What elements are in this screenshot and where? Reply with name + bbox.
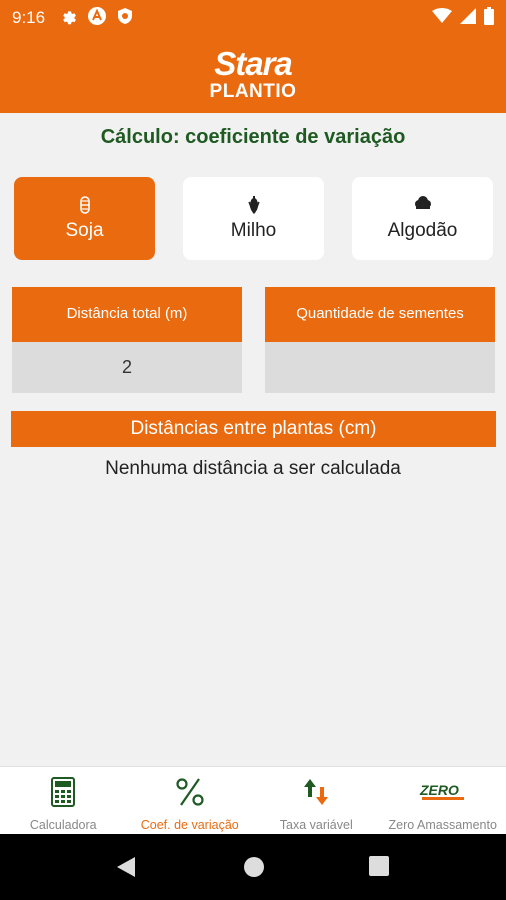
nav-item-zero-amassamento[interactable]: ZERO Zero Amassamento <box>380 767 506 834</box>
status-time: 9:16 <box>12 8 46 27</box>
seed-quantity-input[interactable] <box>265 342 495 393</box>
shield-icon <box>117 7 133 30</box>
nav-label: Calculadora <box>29 818 97 832</box>
crop-label: Soja <box>65 220 104 241</box>
app-logo-icon <box>87 6 107 31</box>
bottom-navigation: Calculadora Coef. de variação Taxa variá… <box>0 766 506 834</box>
nav-label: Zero Amassamento <box>388 818 497 832</box>
status-icons-right <box>432 6 494 30</box>
signal-icon <box>460 7 476 29</box>
svg-text:ZERO: ZERO <box>419 782 459 798</box>
total-distance-input[interactable] <box>12 342 242 393</box>
back-icon[interactable] <box>115 856 137 883</box>
system-navigation-bar <box>0 834 506 900</box>
nav-label: Coef. de variação <box>140 818 239 832</box>
status-icons-left <box>59 6 133 31</box>
seed-quantity-field: Quantidade de sementes <box>265 287 495 393</box>
page-title: Cálculo: coeficiente de variação <box>100 126 406 148</box>
crop-label: Algodão <box>387 220 458 241</box>
nav-label: Taxa variável <box>279 818 353 832</box>
seed-quantity-label: Quantidade de sementes <box>265 287 495 342</box>
empty-message: Nenhuma distância a ser calculada <box>105 458 401 479</box>
app-header: Stara PLANTIO <box>0 36 506 113</box>
status-bar: 9:16 <box>0 0 506 36</box>
total-distance-label: Distância total (m) <box>12 287 242 342</box>
gear-icon <box>59 7 77 30</box>
crop-button-algodao[interactable]: Algodão <box>352 177 493 260</box>
total-distance-field: Distância total (m) <box>12 287 242 393</box>
brand-logo: Stara <box>214 45 293 82</box>
home-icon[interactable] <box>243 856 265 883</box>
percent-icon <box>127 775 254 809</box>
corn-icon <box>183 196 324 214</box>
soy-icon <box>14 196 155 214</box>
crop-label: Milho <box>230 220 277 241</box>
crop-button-soja[interactable]: Soja <box>14 177 155 260</box>
zero-logo-icon: ZERO <box>380 775 506 809</box>
battery-icon <box>484 6 494 30</box>
nav-item-taxa-variavel[interactable]: Taxa variável <box>253 767 380 834</box>
distances-header: Distâncias entre plantas (cm) <box>11 411 496 447</box>
brand-subtitle: PLANTIO <box>209 81 297 102</box>
up-down-arrows-icon <box>253 775 380 809</box>
nav-item-coef-variacao[interactable]: Coef. de variação <box>127 767 254 834</box>
nav-item-calculadora[interactable]: Calculadora <box>0 767 127 834</box>
wifi-icon <box>432 7 452 29</box>
recents-icon[interactable] <box>369 856 389 881</box>
calculator-icon <box>0 775 127 809</box>
crop-button-milho[interactable]: Milho <box>183 177 324 260</box>
cotton-icon <box>352 196 493 214</box>
